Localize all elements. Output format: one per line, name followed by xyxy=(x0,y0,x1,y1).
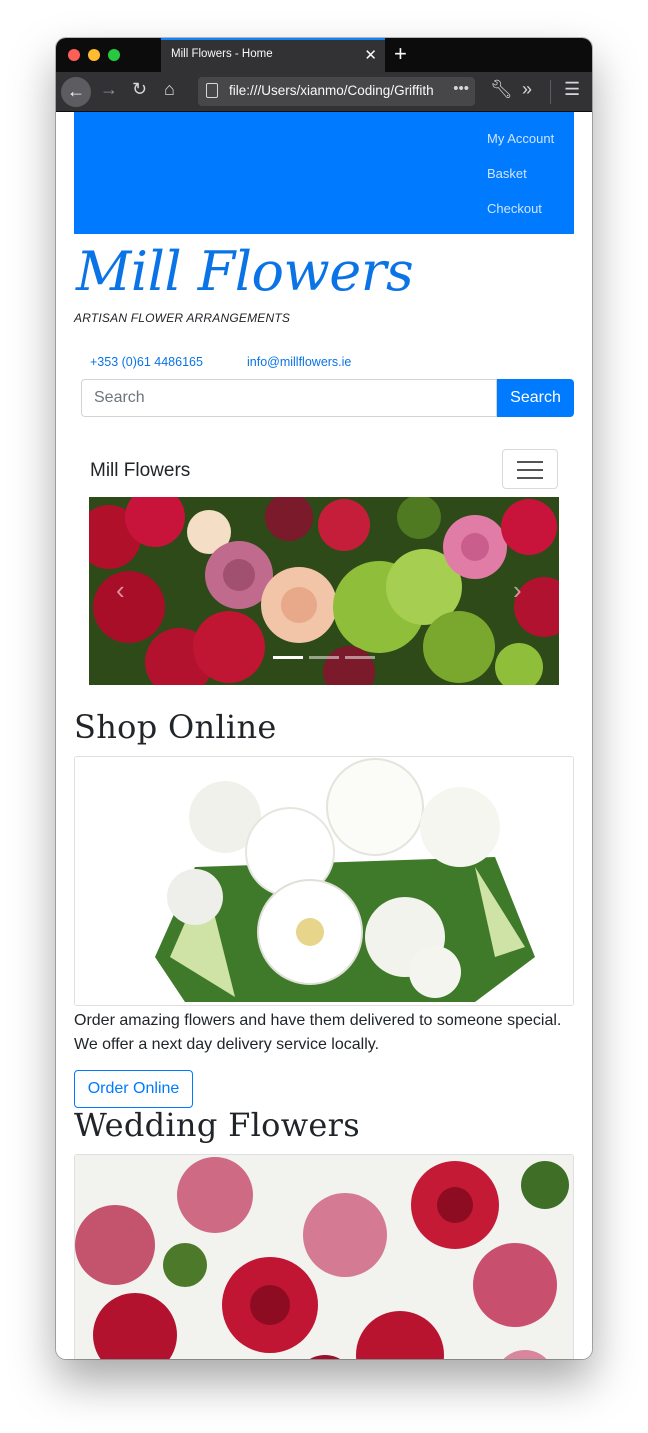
site-logo[interactable]: Mill Flowers xyxy=(76,240,414,303)
email-link[interactable]: info@millflowers.ie xyxy=(247,355,351,369)
search-button[interactable]: Search xyxy=(497,379,574,417)
close-window-button[interactable] xyxy=(68,49,80,61)
forward-arrow-icon[interactable]: → xyxy=(100,79,118,100)
carousel-indicator[interactable] xyxy=(273,656,303,659)
phone-link[interactable]: +353 (0)61 4486165 xyxy=(90,355,203,369)
browser-window: Mill Flowers - Home ✕ + ← → ↻ ⌂ file:///… xyxy=(56,38,592,1359)
reload-icon[interactable]: ↻ xyxy=(132,79,147,100)
more-icon[interactable]: ••• xyxy=(453,80,469,97)
navigation-toolbar: ← → ↻ ⌂ file:///Users/xianmo/Coding/Grif… xyxy=(56,72,592,112)
toggler-bar xyxy=(517,469,543,471)
white-bouquet-image xyxy=(75,757,573,1005)
wedding-flowers-image xyxy=(74,1154,574,1359)
url-text[interactable]: file:///Users/xianmo/Coding/Griffith xyxy=(229,83,447,98)
wrench-icon[interactable]: 🔧︎ xyxy=(490,79,513,100)
site-tagline: ARTISAN FLOWER ARRANGEMENTS xyxy=(74,311,291,325)
order-online-button[interactable]: Order Online xyxy=(74,1070,193,1108)
plus-icon[interactable]: + xyxy=(394,41,407,67)
shop-online-heading: Shop Online xyxy=(74,708,277,746)
top-banner: My Account Basket Checkout xyxy=(74,112,574,234)
home-icon[interactable]: ⌂ xyxy=(164,79,175,100)
checkout-link[interactable]: Checkout xyxy=(487,201,542,216)
shop-online-description: Order amazing flowers and have them deli… xyxy=(74,1012,562,1053)
red-bouquet-image xyxy=(75,1155,573,1359)
carousel-indicator[interactable] xyxy=(309,656,339,659)
chevron-left-icon[interactable]: ‹ xyxy=(116,575,125,606)
navbar-toggler-button[interactable] xyxy=(502,449,558,489)
hero-carousel[interactable]: ‹ › xyxy=(89,497,559,685)
carousel-indicator[interactable] xyxy=(345,656,375,659)
hamburger-menu-icon[interactable]: ☰ xyxy=(564,79,580,100)
tab-active[interactable]: Mill Flowers - Home ✕ xyxy=(161,38,385,72)
navbar-brand[interactable]: Mill Flowers xyxy=(90,460,190,482)
page-icon xyxy=(206,83,218,98)
my-account-link[interactable]: My Account xyxy=(487,131,554,146)
chevron-right-icon[interactable]: › xyxy=(513,575,522,606)
wedding-flowers-heading: Wedding Flowers xyxy=(74,1106,360,1144)
toggler-bar xyxy=(517,461,543,463)
url-bar[interactable]: file:///Users/xianmo/Coding/Griffith ••• xyxy=(198,77,475,106)
web-page: My Account Basket Checkout Mill Flowers … xyxy=(56,112,592,1359)
toolbar-divider xyxy=(550,80,551,104)
zoom-window-button[interactable] xyxy=(108,49,120,61)
minimize-window-button[interactable] xyxy=(88,49,100,61)
tab-title: Mill Flowers - Home xyxy=(171,48,273,60)
toggler-bar xyxy=(517,477,543,479)
shop-online-image xyxy=(74,756,574,1006)
back-arrow-icon[interactable]: ← xyxy=(61,77,91,107)
tab-bar: Mill Flowers - Home ✕ + xyxy=(56,38,592,72)
close-icon[interactable]: ✕ xyxy=(364,46,377,64)
basket-link[interactable]: Basket xyxy=(487,166,527,181)
search-input[interactable] xyxy=(81,379,497,417)
carousel-indicators xyxy=(273,656,377,659)
overflow-chevron-icon[interactable]: » xyxy=(522,79,532,100)
